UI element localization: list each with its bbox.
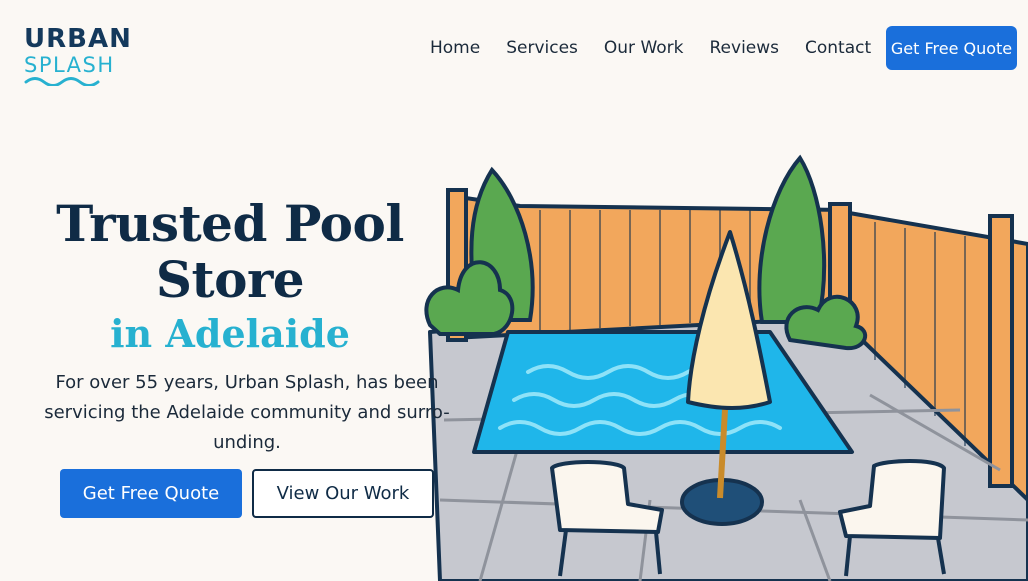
hero-description-line-3: unding.	[213, 432, 281, 453]
hero-subtitle: in Adelaide	[110, 311, 350, 356]
view-our-work-button[interactable]: View Our Work	[252, 469, 434, 518]
hero-description-line-2: servicing the Adelaide community and sur…	[44, 402, 450, 423]
hero-description: For over 55 years, Urban Splash, has bee…	[30, 368, 464, 458]
shrub-right-tall	[757, 154, 827, 324]
hero-get-quote-button[interactable]: Get Free Quote	[60, 469, 242, 518]
hero-title-line-1: Trusted Pool	[56, 194, 404, 253]
hero-description-line-1: For over 55 years, Urban Splash, has bee…	[55, 372, 439, 393]
hero-title-line-2: Store	[155, 250, 305, 309]
hero-title: Trusted Pool Store	[40, 196, 420, 308]
